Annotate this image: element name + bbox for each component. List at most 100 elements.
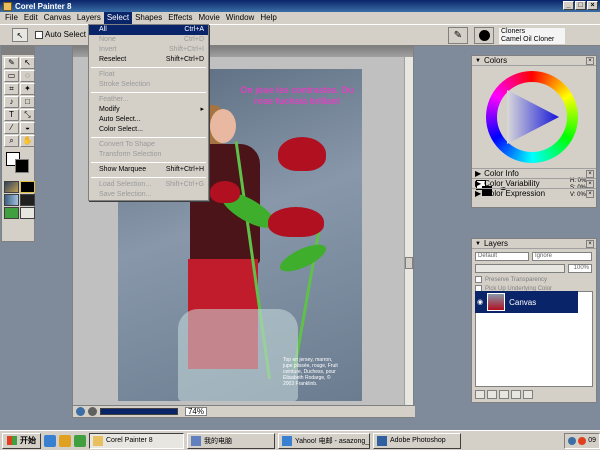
drawing-mode-icon[interactable] <box>76 407 85 416</box>
brush-tool-icon[interactable]: ✎ <box>4 57 19 69</box>
delete-layer-icon[interactable] <box>523 390 533 399</box>
dynamic-plugins-icon[interactable] <box>487 390 497 399</box>
saturation-value-triangle[interactable] <box>497 82 567 152</box>
scrollbar-thumb[interactable] <box>405 257 413 269</box>
select-menu-item-reselect[interactable]: Reselect Shift+Ctrl+D <box>89 55 208 65</box>
gradient-selector-icon[interactable] <box>20 181 35 193</box>
menu-shapes[interactable]: Shapes <box>132 12 165 24</box>
select-menu-item-modify[interactable]: Modify ▸ <box>89 105 208 115</box>
menu-layers[interactable]: Layers <box>74 12 104 24</box>
menu-window[interactable]: Window <box>223 12 257 24</box>
menu-canvas[interactable]: Canvas <box>41 12 74 24</box>
paper-selector-icon[interactable] <box>4 181 19 193</box>
expand-triangle-icon[interactable]: ▶ <box>475 179 481 188</box>
composite-method-select[interactable]: Default <box>475 252 529 261</box>
menu-item-label: All <box>99 26 107 33</box>
zoom-value[interactable]: 74% <box>185 407 207 416</box>
brush-selector-icon[interactable]: ✎ <box>448 27 468 44</box>
shape-rect-icon[interactable]: □ <box>20 96 35 108</box>
crop-icon[interactable]: ⌗ <box>4 83 19 95</box>
close-icon[interactable]: × <box>586 179 594 188</box>
new-layer-icon[interactable] <box>511 390 521 399</box>
brush-variant[interactable]: Camel Oil Cloner <box>499 36 565 44</box>
minimize-button[interactable]: _ <box>563 1 574 10</box>
layer-mask-icon[interactable] <box>499 390 509 399</box>
pen-icon[interactable]: ♪ <box>4 96 19 108</box>
document-status-bar: 74% <box>73 405 415 417</box>
magic-wand-icon[interactable]: ✦ <box>20 83 35 95</box>
close-icon[interactable]: × <box>586 56 594 65</box>
select-menu-item-show-marquee[interactable]: Show Marquee Shift+Ctrl+H <box>89 165 208 175</box>
ie-icon[interactable] <box>44 434 56 447</box>
select-menu-item-color-select[interactable]: Color Select... <box>89 125 208 135</box>
menu-effects[interactable]: Effects <box>165 12 195 24</box>
image-flower <box>278 137 326 171</box>
dab-preview-icon[interactable] <box>474 27 494 44</box>
rect-select-icon[interactable]: ▭ <box>4 70 19 82</box>
preserve-transparency-checkbox[interactable] <box>475 276 482 283</box>
look-selector-icon[interactable] <box>20 207 35 219</box>
close-icon[interactable]: × <box>586 169 594 178</box>
task-label: Adobe Photoshop <box>390 437 446 444</box>
collapse-triangle-icon[interactable]: ▼ <box>475 58 481 64</box>
dropper-icon[interactable]: ⁄ <box>4 122 19 134</box>
task-yahoo-mail[interactable]: Yahoo! 电邮 - asazong_l... <box>278 432 370 449</box>
close-button[interactable]: × <box>587 1 598 10</box>
grabber-icon[interactable]: ✋ <box>20 135 35 147</box>
tray-network-icon[interactable] <box>568 436 577 445</box>
folder-icon[interactable] <box>59 434 71 447</box>
start-button[interactable]: 开始 <box>2 432 41 449</box>
color-wheel[interactable] <box>486 71 578 163</box>
color-info-label: Color Info <box>484 169 519 178</box>
colors-panel-header[interactable]: ▼ Colors × <box>472 56 596 66</box>
close-icon[interactable]: × <box>586 239 594 248</box>
menu-item-label: Show Marquee <box>99 166 147 173</box>
shape-select-icon[interactable]: ⤡ <box>20 109 35 121</box>
task-my-computer[interactable]: 我的电脑 <box>187 432 275 449</box>
visibility-eye-icon[interactable]: ◉ <box>477 298 483 306</box>
color-info-header[interactable]: ▶ Color Info × <box>472 168 596 178</box>
menu-select[interactable]: Select <box>103 12 133 24</box>
close-icon[interactable]: × <box>586 189 594 198</box>
menu-item-shortcut: Shift+Ctrl+D <box>165 56 204 63</box>
layers-panel-header[interactable]: ▼ Layers × <box>472 239 596 249</box>
auto-select-layer-checkbox[interactable] <box>35 31 43 39</box>
task-corel-painter[interactable]: Corel Painter 8 <box>89 432 184 449</box>
weaving-selector-icon[interactable] <box>20 194 35 206</box>
tray-antivirus-icon[interactable] <box>578 436 587 445</box>
magnifier-icon[interactable]: ⌕ <box>4 135 19 147</box>
paint-bucket-icon[interactable]: ◒ <box>20 122 35 134</box>
expand-triangle-icon[interactable]: ▶ <box>475 189 481 198</box>
tray-clock[interactable]: 09 <box>588 437 596 444</box>
additional-color-well[interactable] <box>15 159 29 173</box>
layer-adjuster-tool-icon[interactable]: ↖ <box>12 28 28 42</box>
zoom-slider[interactable] <box>100 408 178 415</box>
desktop-icon[interactable] <box>74 434 86 447</box>
task-adobe-photoshop[interactable]: Adobe Photoshop <box>373 432 461 449</box>
menu-help[interactable]: Help <box>257 12 279 24</box>
text-icon[interactable]: T <box>4 109 19 121</box>
composite-depth-select[interactable]: Ignore <box>532 252 592 261</box>
brush-category[interactable]: Cloners <box>499 28 565 36</box>
nozzle-selector-icon[interactable] <box>4 207 19 219</box>
color-expression-header[interactable]: ▶ Color Expression × <box>472 188 596 198</box>
vertical-scrollbar[interactable] <box>404 57 413 407</box>
menu-file[interactable]: File <box>2 12 21 24</box>
menu-movie[interactable]: Movie <box>196 12 223 24</box>
layer-adjuster-icon[interactable]: ↖ <box>20 57 35 69</box>
select-menu-item-auto-select[interactable]: Auto Select... <box>89 115 208 125</box>
expand-triangle-icon[interactable]: ▶ <box>475 169 481 178</box>
pattern-selector-icon[interactable] <box>4 194 19 206</box>
collapse-triangle-icon[interactable]: ▼ <box>475 241 481 247</box>
menu-edit[interactable]: Edit <box>21 12 41 24</box>
select-menu-item-all[interactable]: All Ctrl+A <box>89 25 208 35</box>
grabber-mini-icon[interactable] <box>88 407 97 416</box>
opacity-slider[interactable] <box>475 264 565 273</box>
opacity-value[interactable]: 100% <box>568 264 592 273</box>
preserve-transparency-label: Preserve Transparency <box>485 276 548 283</box>
layer-commands-icon[interactable] <box>475 390 485 399</box>
maximize-button[interactable]: □ <box>575 1 586 10</box>
layer-row-canvas[interactable]: ◉ Canvas <box>475 291 578 313</box>
color-variability-header[interactable]: ▶ Color Variability × <box>472 178 596 188</box>
lasso-icon[interactable]: ◌ <box>20 70 35 82</box>
